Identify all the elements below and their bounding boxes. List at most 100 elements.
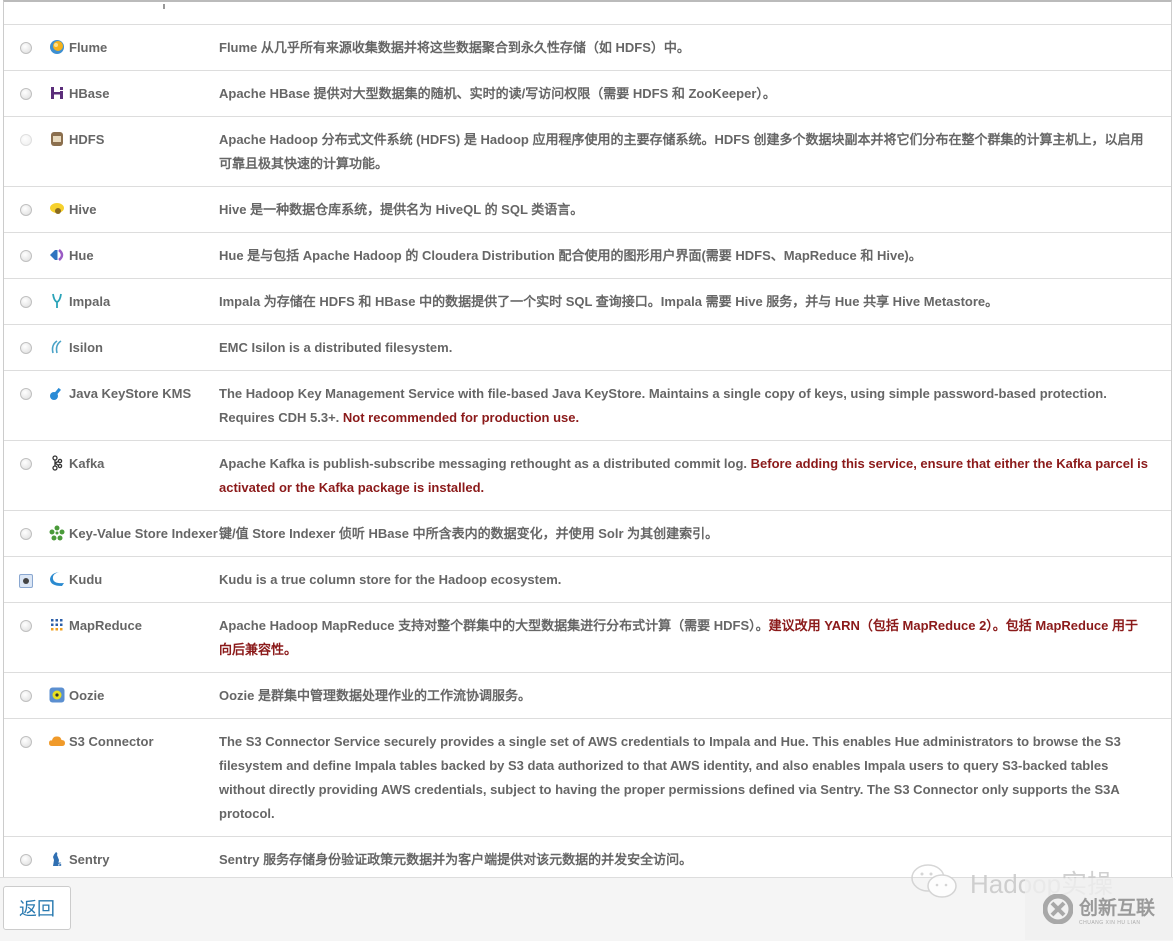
- service-name: HBase: [69, 86, 110, 101]
- service-name: Hue: [69, 248, 94, 263]
- description-text: EMC Isilon is a distributed filesystem.: [219, 340, 453, 355]
- service-row[interactable]: Impala Impala 为存储在 HDFS 和 HBase 中的数据提供了一个…: [4, 279, 1171, 325]
- kudu-icon: [49, 571, 65, 587]
- service-name-cell: Flume: [48, 36, 219, 60]
- brand-logo-icon: [1042, 894, 1073, 924]
- key-icon: [49, 385, 65, 401]
- service-name-cell: S3 Connector: [48, 730, 219, 754]
- service-row[interactable]: HBase Apache HBase 提供对大型数据集的随机、实时的读/写访问权限…: [4, 71, 1171, 117]
- warning-text: Not recommended for production use.: [342, 410, 580, 425]
- service-name: Isilon: [69, 340, 103, 355]
- service-description: Flume 从几乎所有来源收集数据并将这些数据聚合到永久性存储（如 HDFS）中…: [219, 36, 1171, 60]
- service-radio-key-value-store-indexer[interactable]: [20, 528, 32, 540]
- service-name-cell: Java KeyStore KMS: [48, 382, 219, 406]
- mapreduce-icon: [49, 617, 65, 633]
- service-name-cell: Oozie: [48, 684, 219, 708]
- brand-watermark: 创新互联 CHUANG XIN HU LIAN: [1025, 878, 1173, 940]
- description-text: Impala 为存储在 HDFS 和 HBase 中的数据提供了一个实时 SQL…: [219, 294, 999, 309]
- service-radio-hdfs: [20, 134, 32, 146]
- service-name: Java KeyStore KMS: [69, 386, 192, 401]
- brand-watermark-subtext: CHUANG XIN HU LIAN: [1078, 919, 1141, 926]
- service-radio-s3-connector[interactable]: [20, 736, 32, 748]
- radio-cell: [4, 336, 48, 354]
- service-name: Kudu: [69, 572, 103, 587]
- service-name-cell: HDFS: [48, 128, 219, 152]
- service-name: S3 Connector: [69, 734, 154, 749]
- kafka-icon: [49, 455, 65, 471]
- service-description: Apache Hadoop MapReduce 支持对整个群集中的大型数据集进行…: [219, 614, 1171, 662]
- description-text: Kudu is a true column store for the Hado…: [219, 572, 562, 587]
- description-text: Flume 从几乎所有来源收集数据并将这些数据聚合到永久性存储（如 HDFS）中…: [219, 40, 690, 55]
- service-description: Oozie 是群集中管理数据处理作业的工作流协调服务。: [219, 684, 1171, 708]
- service-radio-isilon[interactable]: [20, 342, 32, 354]
- service-radio-hive[interactable]: [20, 204, 32, 216]
- radio-cell: [4, 684, 48, 702]
- oozie-icon: [49, 687, 65, 703]
- service-name: HDFS: [69, 132, 105, 147]
- description-text: Apache Hadoop MapReduce 支持对整个群集中的大型数据集进行…: [219, 618, 769, 633]
- service-description: EMC Isilon is a distributed filesystem.: [219, 336, 1171, 360]
- service-name: Key-Value Store Indexer: [69, 526, 218, 541]
- service-radio-oozie[interactable]: [20, 690, 32, 702]
- service-description: The Hadoop Key Management Service with f…: [219, 382, 1171, 430]
- service-row[interactable]: S3 Connector The S3 Connector Service sec…: [4, 719, 1171, 837]
- service-row[interactable]: Java KeyStore KMS The Hadoop Key Manageme…: [4, 371, 1171, 441]
- impala-icon: [49, 293, 65, 309]
- previous-row-remainder: [4, 2, 1171, 25]
- description-text: Sentry 服务存储身份验证政策元数据并为客户端提供对该元数据的并发安全访问。: [219, 852, 693, 867]
- cloud-icon: [49, 733, 65, 749]
- service-radio-sentry[interactable]: [20, 854, 32, 866]
- service-radio-hue[interactable]: [20, 250, 32, 262]
- service-name-cell: Hive: [48, 198, 219, 222]
- service-row[interactable]: MapReduce Apache Hadoop MapReduce 支持对整个群集…: [4, 603, 1171, 673]
- service-description: Apache Kafka is publish-subscribe messag…: [219, 452, 1171, 500]
- service-name-cell: s Sentry: [48, 848, 219, 872]
- isilon-icon: [49, 339, 65, 355]
- service-row[interactable]: Kafka Apache Kafka is publish-subscribe m…: [4, 441, 1171, 511]
- radio-cell: [4, 568, 48, 588]
- service-description: Kudu is a true column store for the Hado…: [219, 568, 1171, 592]
- key-value-store-icon: [49, 525, 65, 541]
- service-radio-kafka[interactable]: [20, 458, 32, 470]
- service-description: Impala 为存储在 HDFS 和 HBase 中的数据提供了一个实时 SQL…: [219, 290, 1171, 314]
- back-button[interactable]: 返回: [3, 886, 71, 930]
- service-row[interactable]: Hue Hue 是与包括 Apache Hadoop 的 Cloudera Dis…: [4, 233, 1171, 279]
- service-name-cell: Kudu: [48, 568, 219, 592]
- description-text: Hive 是一种数据仓库系统，提供名为 HiveQL 的 SQL 类语言。: [219, 202, 584, 217]
- service-name: Oozie: [69, 688, 105, 703]
- service-name: Flume: [69, 40, 108, 55]
- service-row[interactable]: Kudu Kudu is a true column store for the …: [4, 557, 1171, 603]
- service-name-cell: Key-Value Store Indexer: [48, 522, 219, 546]
- service-table: Flume Flume 从几乎所有来源收集数据并将这些数据聚合到永久性存储（如 H…: [3, 0, 1172, 879]
- description-text: Oozie 是群集中管理数据处理作业的工作流协调服务。: [219, 688, 532, 703]
- service-description: Apache HBase 提供对大型数据集的随机、实时的读/写访问权限（需要 H…: [219, 82, 1171, 106]
- service-row[interactable]: HDFS Apache Hadoop 分布式文件系统 (HDFS) 是 Hadoo…: [4, 117, 1171, 187]
- description-text: Apache HBase 提供对大型数据集的随机、实时的读/写访问权限（需要 H…: [219, 86, 776, 101]
- service-radio-mapreduce[interactable]: [20, 620, 32, 632]
- radio-cell: [4, 730, 48, 748]
- radio-cell: [4, 198, 48, 216]
- service-row[interactable]: Hive Hive 是一种数据仓库系统，提供名为 HiveQL 的 SQL 类语言…: [4, 187, 1171, 233]
- service-row[interactable]: Isilon EMC Isilon is a distributed filesy…: [4, 325, 1171, 371]
- description-text: Hue 是与包括 Apache Hadoop 的 Cloudera Distri…: [219, 248, 922, 263]
- radio-cell: [4, 290, 48, 308]
- description-text: Apache Kafka is publish-subscribe messag…: [219, 456, 751, 471]
- service-description: Apache Hadoop 分布式文件系统 (HDFS) 是 Hadoop 应用…: [219, 128, 1171, 176]
- service-name-cell: Isilon: [48, 336, 219, 360]
- description-text: 键/值 Store Indexer 侦听 HBase 中所含表内的数据变化，并使…: [219, 526, 719, 541]
- service-name: Impala: [69, 294, 111, 309]
- radio-cell: [4, 128, 48, 146]
- radio-cell: [4, 382, 48, 400]
- service-row[interactable]: Flume Flume 从几乎所有来源收集数据并将这些数据聚合到永久性存储（如 H…: [4, 25, 1171, 71]
- service-radio-hbase[interactable]: [20, 88, 32, 100]
- service-radio-java-keystore-kms[interactable]: [20, 388, 32, 400]
- service-name-cell: Kafka: [48, 452, 219, 476]
- service-name-cell: HBase: [48, 82, 219, 106]
- service-name-cell: Hue: [48, 244, 219, 268]
- service-radio-flume[interactable]: [20, 42, 32, 54]
- service-row[interactable]: Key-Value Store Indexer 键/值 Store Indexer…: [4, 511, 1171, 557]
- service-name-cell: MapReduce: [48, 614, 219, 638]
- service-radio-impala[interactable]: [20, 296, 32, 308]
- service-row[interactable]: Oozie Oozie 是群集中管理数据处理作业的工作流协调服务。: [4, 673, 1171, 719]
- service-radio-kudu[interactable]: [19, 574, 33, 588]
